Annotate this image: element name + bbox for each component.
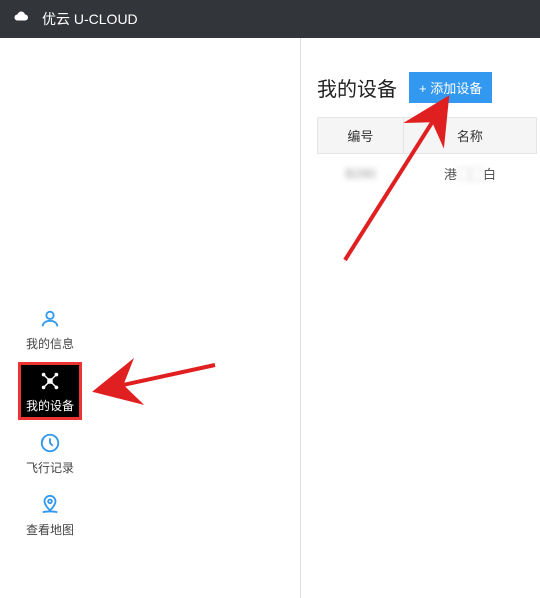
app-header: 优云 U-CLOUD bbox=[0, 0, 540, 38]
sidebar-item-devices[interactable]: 我的设备 bbox=[18, 362, 82, 420]
page-title: 我的设备 bbox=[317, 73, 397, 102]
main-content: 我的设备 + 添加设备 编号 名称 B290 港▢▢白 bbox=[300, 38, 540, 598]
logo-icon bbox=[8, 9, 36, 29]
sidebar-label: 我的信息 bbox=[26, 335, 74, 352]
user-icon bbox=[38, 307, 62, 331]
sidebar-label: 查看地图 bbox=[26, 521, 74, 538]
clock-icon bbox=[38, 431, 62, 455]
sidebar-item-map[interactable]: 查看地图 bbox=[18, 486, 82, 544]
sidebar-label: 我的设备 bbox=[26, 397, 74, 414]
sidebar-item-flights[interactable]: 飞行记录 bbox=[18, 424, 82, 482]
app-title: 优云 U-CLOUD bbox=[42, 9, 138, 29]
drone-icon bbox=[38, 369, 62, 393]
map-pin-icon bbox=[38, 493, 62, 517]
col-name: 名称 bbox=[403, 118, 536, 154]
table-row[interactable]: B290 港▢▢白 bbox=[318, 154, 537, 194]
col-id: 编号 bbox=[318, 118, 404, 154]
sidebar-item-profile[interactable]: 我的信息 bbox=[18, 300, 82, 358]
add-device-button[interactable]: + 添加设备 bbox=[409, 72, 492, 103]
device-table: 编号 名称 B290 港▢▢白 bbox=[317, 117, 537, 194]
main-header: 我的设备 + 添加设备 bbox=[317, 72, 540, 103]
sidebar: 我的信息 我的设备 飞行记录 查看地图 bbox=[18, 300, 82, 548]
sidebar-label: 飞行记录 bbox=[26, 459, 74, 476]
cell-id: B290 bbox=[318, 154, 404, 194]
cell-name: 港▢▢白 bbox=[403, 154, 536, 194]
